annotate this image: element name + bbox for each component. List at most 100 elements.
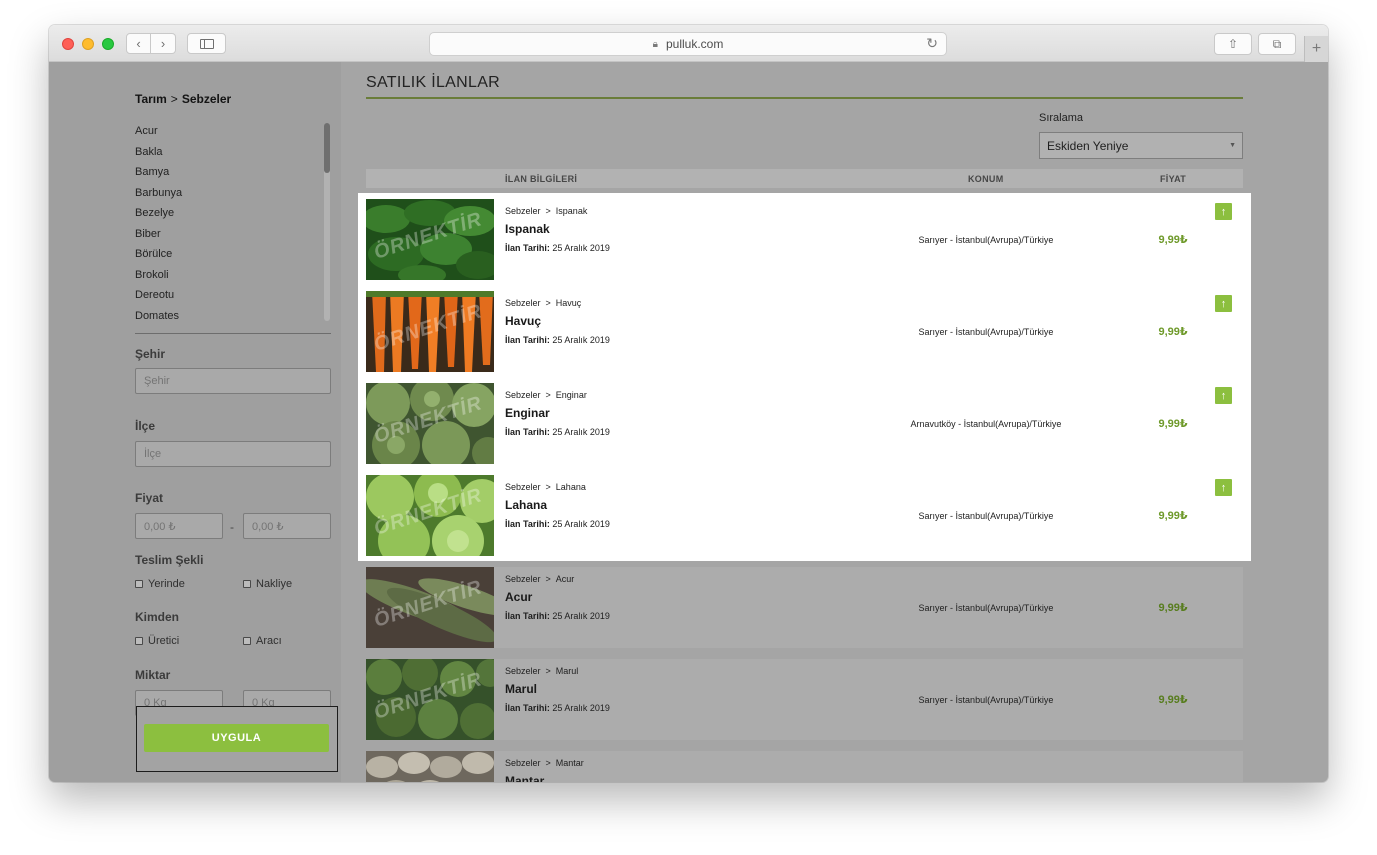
breadcrumb-root[interactable]: Tarım <box>135 92 167 106</box>
listing-price: 9,99₺ <box>1158 418 1188 430</box>
listing-title[interactable]: Acur <box>505 590 532 604</box>
listing-row[interactable]: ÖRNEKTİR Sebzeler > Enginar Enginar İlan T… <box>366 383 1243 464</box>
listing-category: Sebzeler > Enginar <box>505 390 587 400</box>
chevron-right-icon: › <box>160 36 166 51</box>
date-value: 25 Aralık 2019 <box>552 427 610 437</box>
category-item[interactable]: Brokoli <box>135 269 315 290</box>
date-label: İlan Tarihi: <box>505 519 550 529</box>
reload-icon[interactable]: ↻ <box>926 35 938 52</box>
breadcrumb: Tarım > Sebzeler <box>135 92 231 106</box>
arrow-up-icon[interactable]: ↑ <box>1215 203 1232 220</box>
date-value: 25 Aralık 2019 <box>552 519 610 529</box>
category-item[interactable]: Bakla <box>135 146 315 167</box>
minimize-window-button[interactable] <box>82 38 94 50</box>
table-header: İLAN BİLGİLERİ KONUM FİYAT <box>366 169 1243 188</box>
listing-price: 9,99₺ <box>1158 510 1188 522</box>
zoom-window-button[interactable] <box>102 38 114 50</box>
category-name[interactable]: Sebzeler <box>505 574 541 584</box>
category-name[interactable]: Sebzeler <box>505 298 541 308</box>
category-item[interactable]: Bamya <box>135 166 315 187</box>
listing-title[interactable]: Mantar <box>505 774 544 782</box>
mushroom-photo[interactable] <box>366 751 494 782</box>
acur-photo[interactable]: ÖRNEKTİR <box>366 567 494 648</box>
delivery-onsite-checkbox[interactable]: Yerinde <box>135 578 185 590</box>
price-min-input[interactable]: 0,00 ₺ <box>135 513 223 539</box>
from-producer-checkbox[interactable]: Üretici <box>135 635 179 647</box>
category-name[interactable]: Sebzeler <box>505 390 541 400</box>
subcategory-name[interactable]: Enginar <box>556 390 587 400</box>
arrow-up-icon[interactable]: ↑ <box>1215 387 1232 404</box>
subcategory-name[interactable]: Marul <box>556 666 579 676</box>
subcategory-name[interactable]: Mantar <box>556 758 584 768</box>
delivery-label: Teslim Şekli <box>135 553 204 567</box>
close-window-button[interactable] <box>62 38 74 50</box>
arrow-up-icon[interactable]: ↑ <box>1215 295 1232 312</box>
listing-title[interactable]: Marul <box>505 682 537 696</box>
tabs-icon: ⧉ <box>1272 36 1282 51</box>
subcategory-name[interactable]: Havuç <box>556 298 582 308</box>
title-bar: ‹ › 🔒︎ pulluk.com ↻ ⇧ ⧉ + <box>49 25 1328 62</box>
listing-title[interactable]: Lahana <box>505 498 547 512</box>
chevron-right-icon: > <box>545 758 551 768</box>
spinach-photo[interactable]: ÖRNEKTİR <box>366 199 494 280</box>
sort-select[interactable]: Eskiden Yeniye ▼ <box>1039 132 1243 159</box>
category-item[interactable]: Bezelye <box>135 207 315 228</box>
category-name[interactable]: Sebzeler <box>505 666 541 676</box>
subcategory-name[interactable]: Acur <box>556 574 575 584</box>
listing-row[interactable]: Sebzeler > Mantar Mantar <box>366 751 1243 782</box>
listing-date: İlan Tarihi: 25 Aralık 2019 <box>505 427 610 437</box>
listing-category: Sebzeler > Mantar <box>505 758 584 768</box>
category-item[interactable]: Dereotu <box>135 289 315 310</box>
checkbox-icon <box>243 580 251 588</box>
chevron-left-icon: ‹ <box>136 36 141 51</box>
listing-title[interactable]: Havuç <box>505 314 541 328</box>
listing-title[interactable]: Enginar <box>505 406 550 420</box>
from-dealer-checkbox[interactable]: Aracı <box>243 635 282 647</box>
category-item[interactable]: Acur <box>135 125 315 146</box>
address-bar[interactable]: 🔒︎ pulluk.com ↻ <box>429 32 947 56</box>
sidebar-toggle-button[interactable] <box>187 33 226 54</box>
date-value: 25 Aralık 2019 <box>552 611 610 621</box>
city-input[interactable]: Şehir <box>135 368 331 394</box>
category-name[interactable]: Sebzeler <box>505 206 541 216</box>
plus-icon: + <box>1311 40 1322 57</box>
listing-title[interactable]: Ispanak <box>505 222 550 236</box>
category-item[interactable]: Biber <box>135 228 315 249</box>
listing-row[interactable]: ÖRNEKTİR Sebzeler > Lahana Lahana İlan Tar… <box>366 475 1243 556</box>
arrow-up-icon[interactable]: ↑ <box>1215 479 1232 496</box>
category-name[interactable]: Sebzeler <box>505 482 541 492</box>
forward-button[interactable]: › <box>151 33 176 54</box>
subcategory-name[interactable]: Ispanak <box>556 206 588 216</box>
category-item[interactable]: Barbunya <box>135 187 315 208</box>
share-button[interactable]: ⇧ <box>1214 33 1252 55</box>
apply-button[interactable]: UYGULA <box>144 724 329 752</box>
lettuce-photo[interactable]: ÖRNEKTİR <box>366 659 494 740</box>
listing-row[interactable]: ÖRNEKTİR Sebzeler > Marul Marul İlan Tarih… <box>366 659 1243 740</box>
listing-location: Sarıyer - İstanbul(Avrupa)/Türkiye <box>918 327 1054 337</box>
page-title: SATILIK İLANLAR <box>366 74 501 91</box>
listing-price: 9,99₺ <box>1158 234 1188 246</box>
artichoke-photo[interactable]: ÖRNEKTİR <box>366 383 494 464</box>
listing-row[interactable]: ÖRNEKTİR Sebzeler > Ispanak Ispanak İlan T… <box>366 199 1243 280</box>
divider <box>135 333 331 334</box>
listing-row[interactable]: ÖRNEKTİR Sebzeler > Havuç Havuç İlan Tarih… <box>366 291 1243 372</box>
category-item[interactable]: Börülce <box>135 248 315 269</box>
subcategory-name[interactable]: Lahana <box>556 482 586 492</box>
district-input[interactable]: İlçe <box>135 441 331 467</box>
cabbage-photo[interactable]: ÖRNEKTİR <box>366 475 494 556</box>
category-name[interactable]: Sebzeler <box>505 758 541 768</box>
date-label: İlan Tarihi: <box>505 243 550 253</box>
new-tab-button[interactable]: + <box>1304 36 1328 62</box>
delivery-shipping-checkbox[interactable]: Nakliye <box>243 578 292 590</box>
sort-selected-value: Eskiden Yeniye <box>1047 138 1129 153</box>
listing-category: Sebzeler > Marul <box>505 666 578 676</box>
listing-price: 9,99₺ <box>1158 602 1188 614</box>
checkbox-label: Aracı <box>256 635 282 647</box>
back-button[interactable]: ‹ <box>126 33 151 54</box>
category-scrollbar-thumb[interactable] <box>324 123 330 173</box>
category-item[interactable]: Domates <box>135 310 315 328</box>
carrot-photo[interactable]: ÖRNEKTİR <box>366 291 494 372</box>
show-tabs-button[interactable]: ⧉ <box>1258 33 1296 55</box>
price-max-input[interactable]: 0,00 ₺ <box>243 513 331 539</box>
listing-row[interactable]: ÖRNEKTİR Sebzeler > Acur Acur İlan Tarihi:… <box>366 567 1243 648</box>
